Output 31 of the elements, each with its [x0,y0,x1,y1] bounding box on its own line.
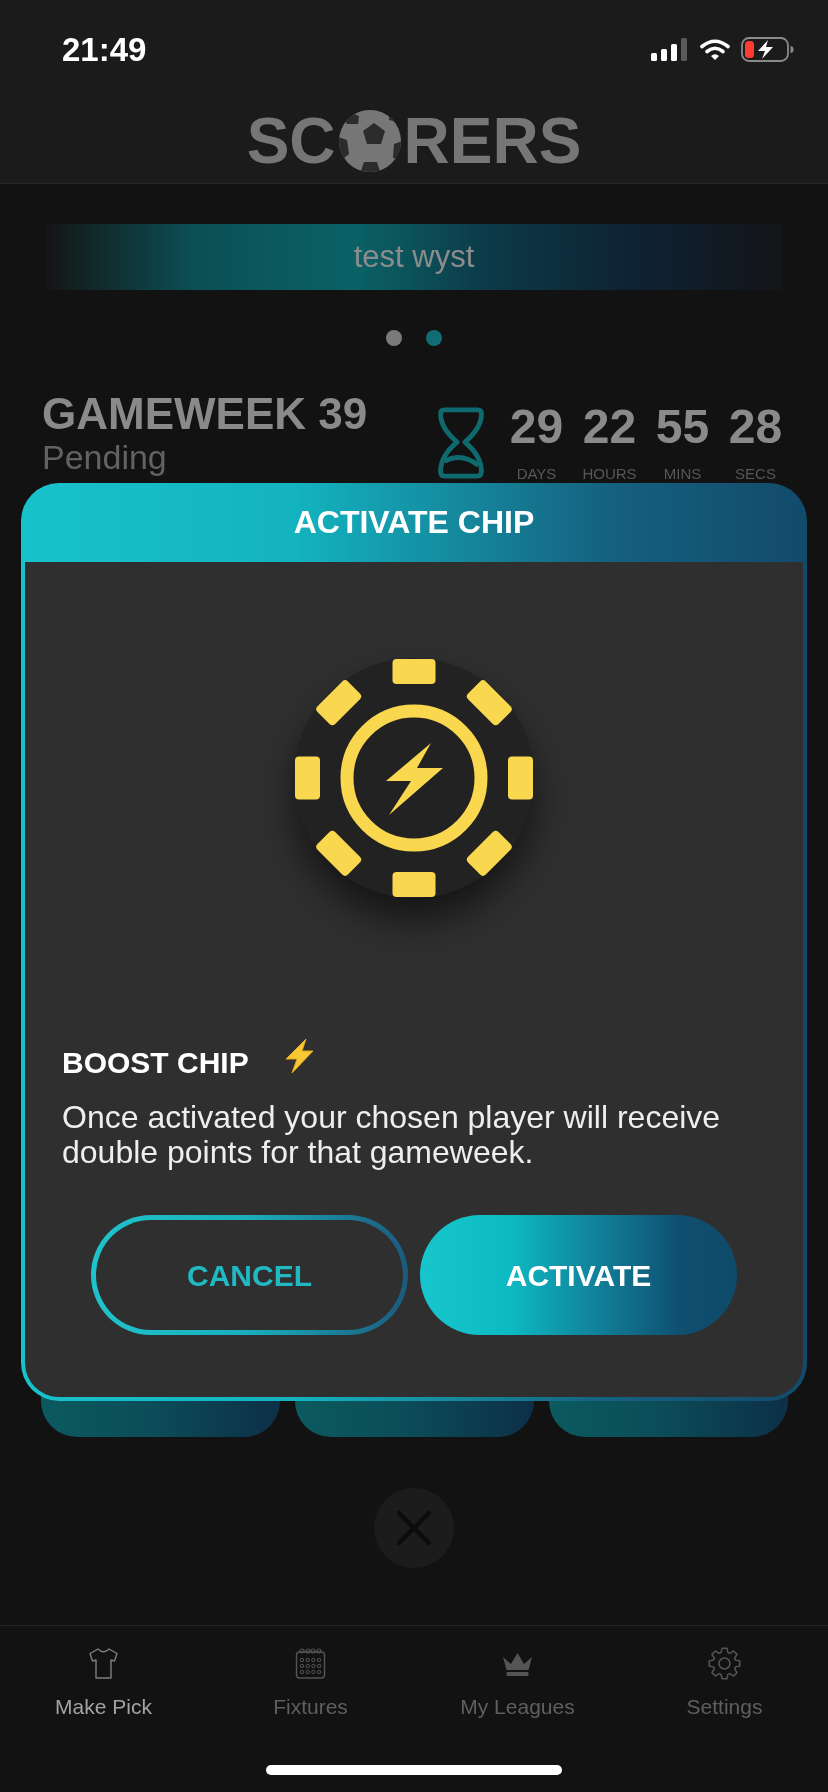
tab-item[interactable]: Settings [686,1647,763,1719]
battery-icon [741,36,794,62]
logo-text: SC [246,108,336,173]
countdown-label: MINS [663,466,702,481]
tab-item[interactable]: Fixtures [273,1647,348,1719]
calendar-icon [294,1647,327,1680]
cancel-button[interactable]: CANCEL [91,1215,408,1335]
status-time: 21:49 [62,32,147,66]
signal-icon [651,37,689,61]
chip-name: BOOST CHIP [62,1048,249,1078]
gameweek-status: Pending [42,440,167,474]
tab-item[interactable]: Make Pick [55,1647,152,1719]
countdown-label: DAYS [516,466,557,481]
chip-description: Once activated your chosen player will receive double points for that gameweek. [62,1100,722,1170]
modal-title: ACTIVATE CHIP [293,505,535,538]
countdown-label: SECS [735,466,776,481]
soccer-ball-icon [338,109,401,172]
wifi-icon [699,37,731,61]
settings-icon [708,1647,741,1680]
hourglass-icon [437,407,485,479]
tab-item[interactable]: My Leagues [460,1647,575,1719]
countdown-value: 29 [509,403,564,451]
countdown-label: HOURS [582,466,637,481]
gameweek-title: GAMEWEEK 39 [42,392,368,436]
activate-button[interactable]: ACTIVATE [420,1215,737,1335]
countdown-value: 22 [582,403,637,451]
logo-text: RERS [403,108,582,173]
countdown-value: 28 [728,403,783,451]
shirt-icon [87,1647,120,1680]
banner: test wyst [46,224,782,290]
countdown-value: 55 [655,403,710,451]
